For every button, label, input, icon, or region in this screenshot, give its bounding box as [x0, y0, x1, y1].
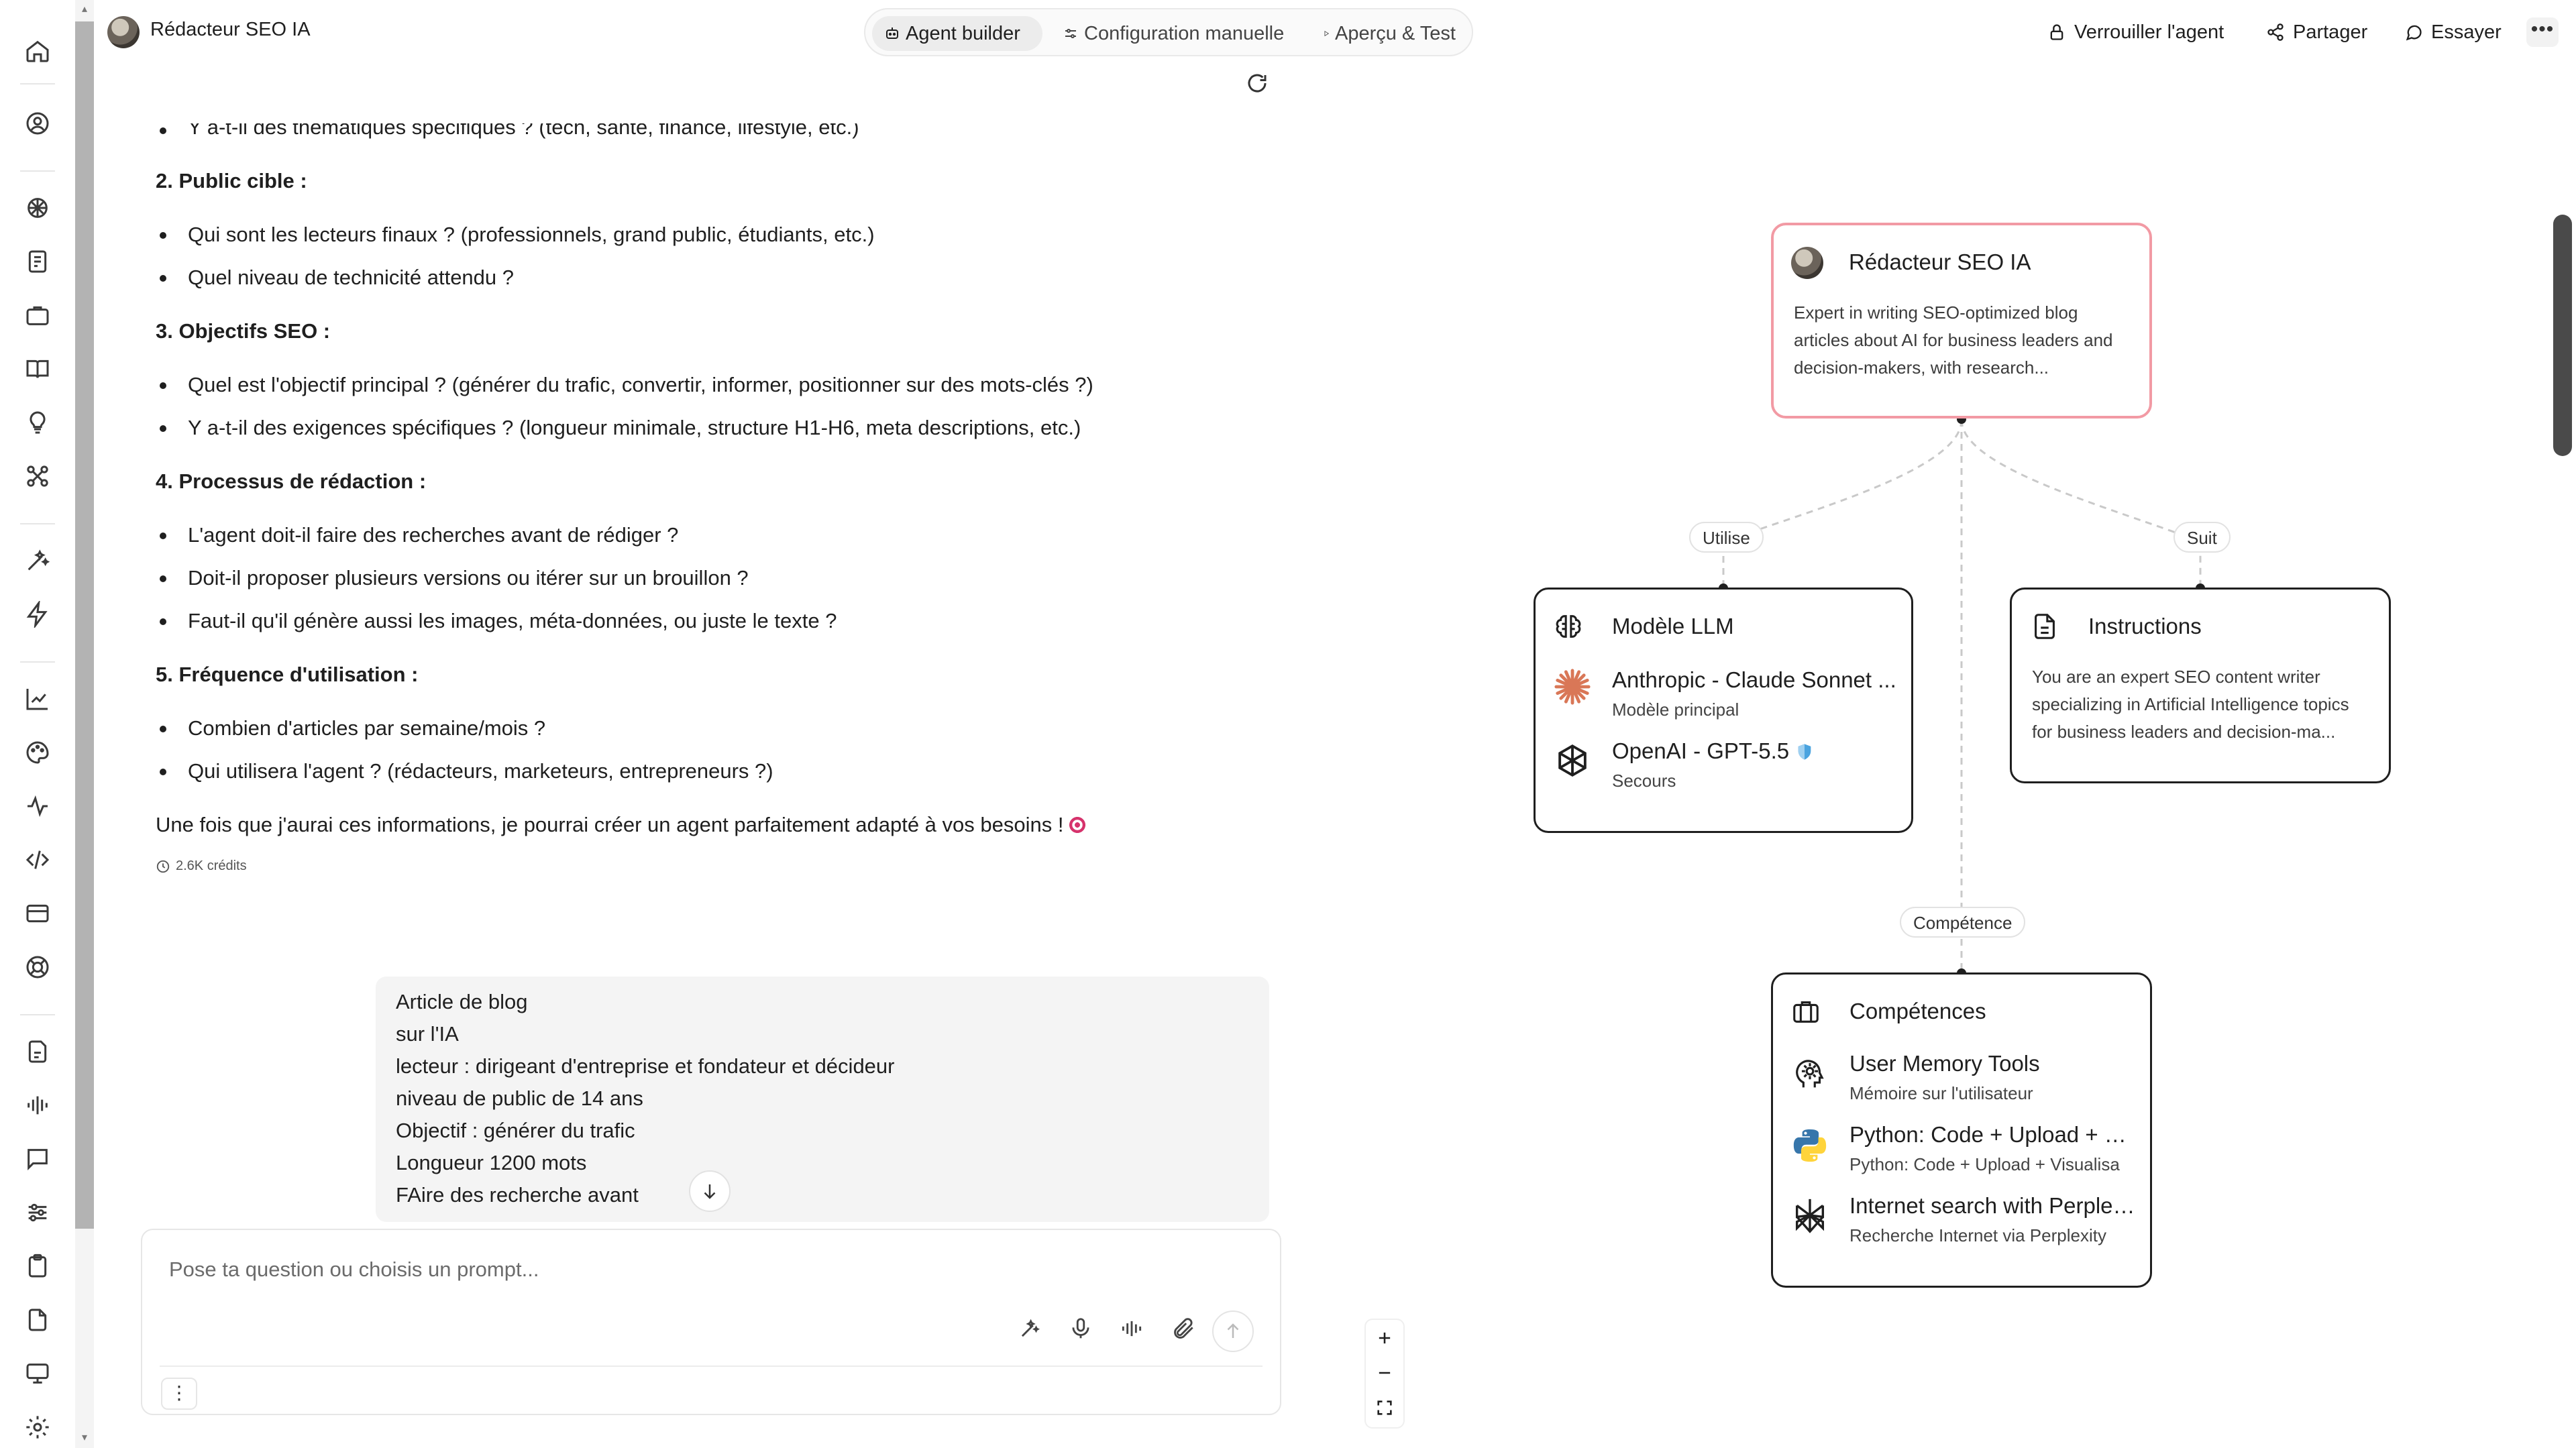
- edge-label-follows: Suit: [2174, 522, 2231, 553]
- briefcase-icon: [1790, 996, 1821, 1027]
- edge-follows: [1960, 419, 2202, 589]
- llm-fallback-name: OpenAI - GPT-5.5: [1612, 738, 1814, 764]
- instructions-node-title: Instructions: [2088, 614, 2202, 638]
- skill-description: Python: Code + Upload + Visualisa: [1849, 1154, 2120, 1174]
- fullscreen-icon: [1377, 1400, 1392, 1415]
- skill-name: User Memory Tools: [1849, 1051, 2040, 1076]
- openai-icon: [1553, 741, 1592, 780]
- edge-label-uses: Utilise: [1689, 522, 1764, 553]
- zoom-controls: [1366, 1320, 1403, 1427]
- llm-fallback-label: OpenAI - GPT-5.5: [1612, 738, 1790, 763]
- agent-node[interactable]: Rédacteur SEO IA Expert in writing SEO-o…: [1771, 223, 2152, 419]
- llm-node-title: Modèle LLM: [1612, 614, 1734, 638]
- canvas-scrollbar-thumb[interactable]: [2553, 215, 2572, 456]
- edge-label-skill: Compétence: [1900, 907, 2026, 938]
- brain-icon: [1553, 611, 1584, 642]
- minus-icon: [1379, 1372, 1391, 1374]
- agent-node-title: Rédacteur SEO IA: [1849, 249, 2031, 274]
- document-icon: [2029, 611, 2060, 642]
- skills-node-title: Compétences: [1849, 999, 1986, 1023]
- skill-name: Internet search with Perplexity: [1849, 1193, 2138, 1218]
- agent-node-description: Expert in writing SEO-optimized blog art…: [1794, 302, 2113, 378]
- skill-description: Mémoire sur l'utilisateur: [1849, 1083, 2033, 1103]
- skills-node[interactable]: Compétences User Memory Tools Mémoire su…: [1771, 972, 2152, 1288]
- fit-view-button[interactable]: [1366, 1391, 1403, 1425]
- brain-memory-icon: [1790, 1055, 1829, 1094]
- perplexity-icon: [1790, 1196, 1829, 1235]
- llm-node[interactable]: Modèle LLM Anthropic - Claude Sonnet ...…: [1534, 588, 1913, 833]
- shield-icon: [1798, 744, 1811, 760]
- llm-primary-role: Modèle principal: [1612, 700, 1739, 720]
- zoom-in-button[interactable]: [1366, 1321, 1403, 1355]
- zoom-out-button[interactable]: [1366, 1356, 1403, 1390]
- python-icon: [1790, 1126, 1829, 1165]
- llm-primary-name: Anthropic - Claude Sonnet ...: [1612, 667, 1896, 692]
- plus-icon: [1379, 1332, 1391, 1344]
- instructions-text: You are an expert SEO content writer spe…: [2032, 667, 2349, 742]
- instructions-node[interactable]: Instructions You are an expert SEO conte…: [2010, 588, 2391, 783]
- claude-icon: [1553, 667, 1592, 706]
- llm-fallback-role: Secours: [1612, 771, 1676, 791]
- skill-name: Python: Code + Upload + Vi...: [1849, 1122, 2138, 1147]
- agent-avatar: [1791, 247, 1823, 279]
- skill-description: Recherche Internet via Perplexity: [1849, 1225, 2106, 1245]
- edge-uses: [1722, 419, 1963, 589]
